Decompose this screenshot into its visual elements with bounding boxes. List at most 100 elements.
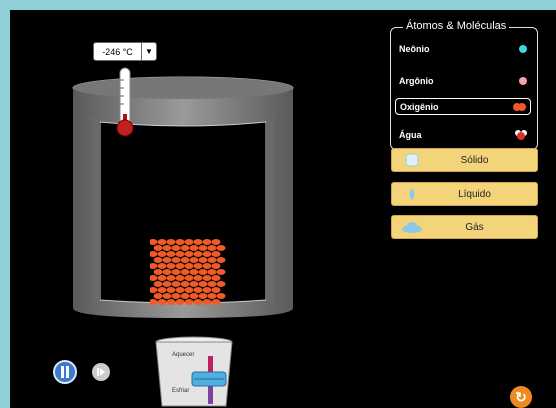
atom-option-oxygen[interactable]: Oxigênio — [395, 98, 531, 115]
oxygen-molecule — [193, 299, 203, 305]
gas-label: Gás — [465, 221, 484, 233]
oxygen-molecule — [180, 293, 190, 299]
oxygen-molecule — [193, 275, 203, 281]
oxygen-molecule — [216, 269, 226, 275]
oxygen-molecule — [166, 299, 176, 305]
oxygen-molecule — [150, 239, 158, 245]
oxygen-molecule — [153, 269, 163, 275]
oxygen-molecule — [184, 239, 194, 245]
solid-label: Sólido — [460, 154, 489, 166]
oxygen-molecule — [180, 245, 190, 251]
oxygen-molecule — [166, 263, 176, 269]
oxygen-molecule — [202, 299, 212, 305]
oxygen-molecule — [175, 251, 185, 257]
liquid-label: Líquido — [458, 188, 491, 200]
oxygen-molecule — [207, 245, 217, 251]
liquid-button[interactable]: Líquido — [391, 182, 538, 206]
oxygen-molecule — [162, 293, 172, 299]
oxygen-molecule — [150, 287, 158, 293]
oxygen-molecule — [150, 275, 158, 281]
oxygen-molecule — [202, 239, 212, 245]
oxygen-molecule — [202, 287, 212, 293]
simulation-stage: -246 °C ▼ Átomos & Moléculas Neônio Argô… — [10, 10, 556, 408]
atoms-molecules-panel: Átomos & Moléculas Neônio Argônio Oxigên… — [390, 20, 538, 150]
oxygen-molecule — [157, 299, 167, 305]
atom-option-argon[interactable]: Argônio — [395, 72, 531, 89]
heat-label: Aquecer — [172, 352, 195, 358]
ice-cube-icon — [405, 153, 419, 167]
oxygen-molecule — [184, 299, 194, 305]
oxygen-molecule — [157, 263, 167, 269]
gas-button[interactable]: Gás — [391, 215, 538, 239]
oxygen-molecule — [150, 299, 158, 305]
oxygen-molecule — [171, 281, 181, 287]
oxygen-molecule — [166, 275, 176, 281]
temperature-readout[interactable]: -246 °C ▼ — [93, 42, 157, 61]
oxygen-molecule — [202, 251, 212, 257]
oxygen-molecule — [162, 281, 172, 287]
oxygen-molecule — [211, 251, 221, 257]
oxygen-molecule — [193, 251, 203, 257]
solid-button[interactable]: Sólido — [391, 148, 538, 172]
pause-icon — [61, 366, 69, 378]
cool-label: Esfriar — [172, 388, 190, 394]
oxygen-molecule — [216, 257, 226, 263]
oxygen-molecule — [207, 293, 217, 299]
oxygen-molecule — [166, 239, 176, 245]
oxygen-molecule — [189, 269, 199, 275]
oxygen-molecule — [157, 239, 167, 245]
atom-option-neon[interactable]: Neônio — [395, 40, 531, 57]
atom-label: Oxigênio — [400, 101, 439, 112]
step-button[interactable] — [92, 363, 110, 381]
oxygen-molecule — [198, 281, 208, 287]
oxygen-molecule — [157, 287, 167, 293]
oxygen-molecule — [198, 269, 208, 275]
temperature-value: -246 °C — [102, 46, 133, 57]
oxygen-molecule — [175, 287, 185, 293]
oxygen-molecule — [202, 263, 212, 269]
oxygen-molecule — [198, 293, 208, 299]
oxygen-molecule — [189, 245, 199, 251]
droplet-icon — [409, 188, 415, 200]
oxygen-molecule — [216, 245, 226, 251]
oxygen-molecule — [193, 263, 203, 269]
oxygen-molecule — [211, 275, 221, 281]
atom-option-water[interactable]: Água — [395, 126, 531, 143]
heater-slider-handle[interactable] — [192, 372, 226, 386]
oxygen-molecule — [150, 251, 158, 257]
step-forward-icon — [97, 368, 105, 376]
pause-button[interactable] — [53, 360, 77, 384]
oxygen-particles — [150, 239, 226, 305]
oxygen-molecule — [211, 287, 221, 293]
oxygen-molecule — [189, 281, 199, 287]
oxygen-molecule — [216, 293, 226, 299]
oxygen-molecule — [171, 245, 181, 251]
oxygen-molecule — [171, 257, 181, 263]
oxygen-molecule — [171, 269, 181, 275]
oxygen-molecule — [184, 275, 194, 281]
oxygen-molecule — [153, 257, 163, 263]
oxygen-molecule — [162, 269, 172, 275]
oxygen-molecule — [189, 293, 199, 299]
oxygen-molecule — [162, 245, 172, 251]
oxygen-molecule — [216, 281, 226, 287]
thermometer-icon — [116, 67, 134, 137]
reset-icon: ↻ — [515, 388, 527, 405]
oxygen-molecule — [153, 281, 163, 287]
oxygen-molecule — [166, 251, 176, 257]
atom-label: Neônio — [399, 43, 430, 54]
oxygen-molecule — [180, 281, 190, 287]
chevron-down-icon[interactable]: ▼ — [141, 43, 156, 60]
oxygen-molecule — [184, 251, 194, 257]
atom-label: Água — [399, 129, 422, 140]
reset-button[interactable]: ↻ — [510, 386, 532, 408]
oxygen-molecule — [180, 269, 190, 275]
atom-label: Argônio — [399, 75, 434, 86]
oxygen-molecule — [193, 287, 203, 293]
oxygen-molecule — [171, 293, 181, 299]
oxygen-molecule — [189, 257, 199, 263]
oxygen-molecule — [211, 239, 221, 245]
oxygen-molecule — [175, 299, 185, 305]
oxygen-molecule — [193, 239, 203, 245]
oxygen-molecule — [153, 293, 163, 299]
